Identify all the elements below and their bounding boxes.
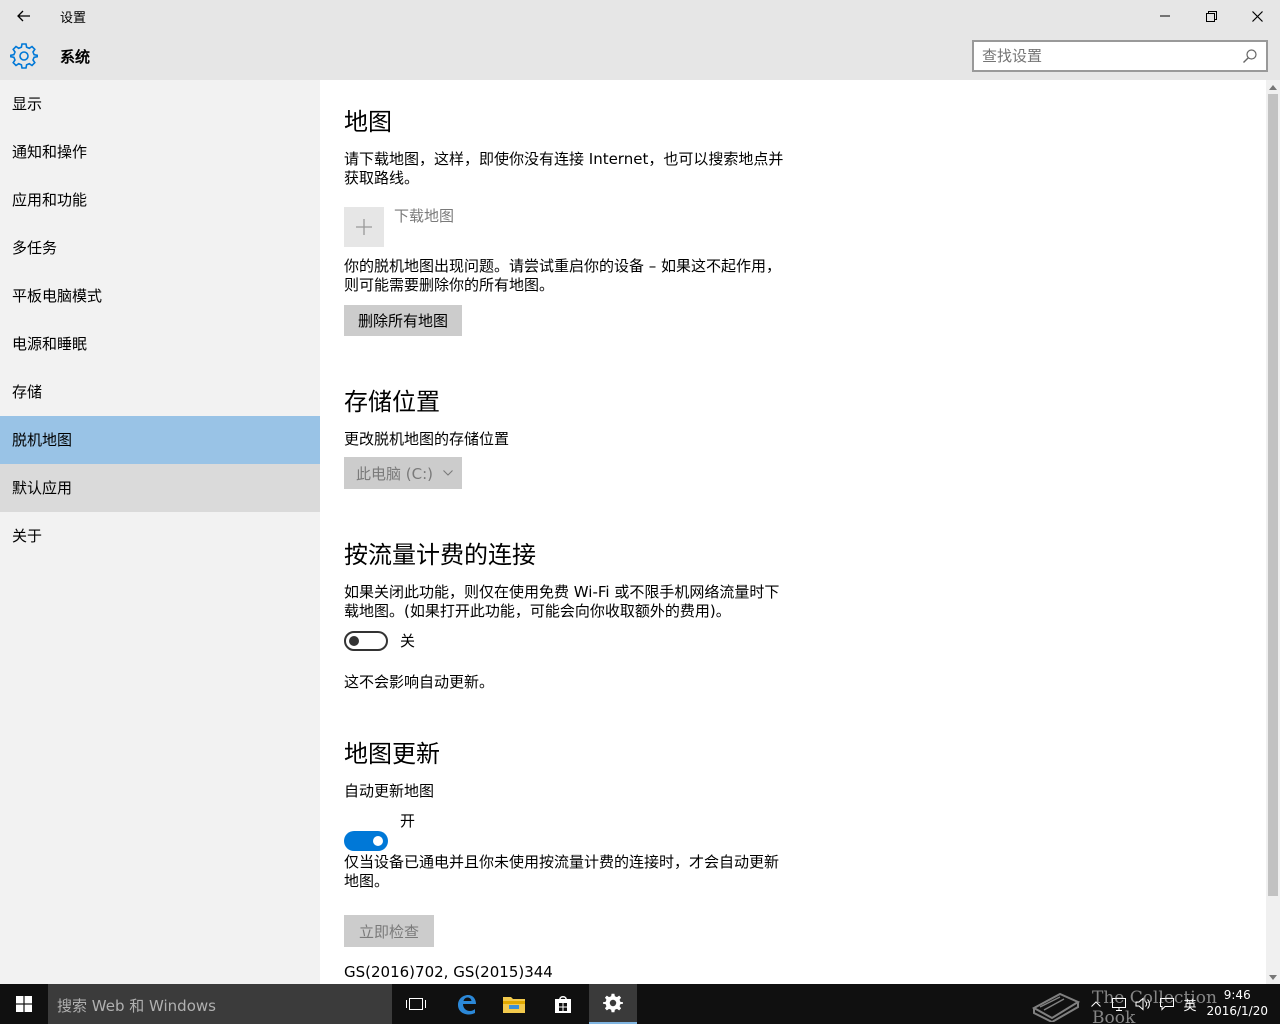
store-button[interactable] bbox=[539, 984, 587, 1024]
file-explorer-button[interactable] bbox=[490, 984, 538, 1024]
content-scrollbar[interactable] bbox=[1266, 80, 1280, 984]
edge-browser-icon bbox=[458, 995, 476, 1015]
updates-description-line1: 仅当设备已通电并且你未使用按流量计费的连接时，才会自动更新 bbox=[344, 853, 780, 871]
map-data-copyright: GS(2016)702, GS(2015)344 bbox=[344, 963, 553, 981]
storage-location-label: 更改脱机地图的存储位置 bbox=[344, 430, 510, 448]
maps-problem-line1: 你的脱机地图出现问题。请尝试重启你的设备 – 如果这不起作用， bbox=[344, 257, 782, 275]
sidebar-item-tablet-mode[interactable]: 平板电脑模式 bbox=[0, 272, 320, 320]
download-maps-label[interactable]: 下载地图 bbox=[394, 207, 454, 226]
book-logo-icon bbox=[1031, 992, 1081, 1022]
start-button[interactable] bbox=[0, 984, 48, 1024]
search-box[interactable] bbox=[972, 40, 1268, 72]
back-arrow-icon bbox=[17, 10, 30, 22]
close-button[interactable] bbox=[1234, 0, 1280, 32]
edge-button[interactable] bbox=[442, 984, 490, 1024]
toggle-knob bbox=[373, 836, 383, 846]
search-input[interactable] bbox=[982, 46, 1232, 66]
map-updates-heading: 地图更新 bbox=[344, 740, 440, 768]
sidebar-nav: 显示 通知和操作 应用和功能 多任务 平板电脑模式 电源和睡眠 存储 脱机地图 … bbox=[0, 80, 320, 984]
sidebar-item-about[interactable]: 关于 bbox=[0, 512, 320, 560]
restore-button[interactable] bbox=[1188, 0, 1234, 32]
sidebar-item-offline-maps[interactable]: 脱机地图 bbox=[0, 416, 320, 464]
maps-description-line2: 获取路线。 bbox=[344, 169, 420, 187]
taskbar-search-box[interactable]: 搜索 Web 和 Windows bbox=[48, 984, 392, 1024]
watermark-text: The Collection Book bbox=[1092, 988, 1217, 1024]
title-bar: 设置 bbox=[0, 0, 1280, 32]
gear-icon bbox=[603, 993, 623, 1013]
storage-location-value: 此电脑 (C:) bbox=[356, 464, 433, 483]
metered-description-line2: 载地图。(如果打开此功能，可能会向你收取额外的费用)。 bbox=[344, 602, 731, 620]
sidebar-item-notifications[interactable]: 通知和操作 bbox=[0, 128, 320, 176]
chevron-down-icon bbox=[443, 470, 453, 476]
content-pane: 地图 请下载地图，这样，即使你没有连接 Internet，也可以搜索地点并 获取… bbox=[320, 80, 1266, 984]
toggle-knob bbox=[349, 636, 359, 646]
folder-icon bbox=[503, 997, 525, 1013]
task-view-icon bbox=[406, 998, 426, 1010]
minimize-icon bbox=[1160, 15, 1170, 17]
auto-update-toggle-state: 开 bbox=[400, 812, 416, 830]
maps-heading: 地图 bbox=[344, 108, 392, 136]
sidebar-item-apps[interactable]: 应用和功能 bbox=[0, 176, 320, 224]
scroll-down-button[interactable] bbox=[1266, 970, 1280, 984]
auto-update-toggle[interactable] bbox=[344, 831, 388, 851]
metered-toggle-state: 关 bbox=[400, 632, 416, 650]
download-maps-button[interactable] bbox=[344, 207, 384, 247]
store-bag-icon bbox=[555, 996, 571, 1013]
sidebar-item-display[interactable]: 显示 bbox=[0, 80, 320, 128]
updates-description-line2: 地图。 bbox=[344, 872, 390, 890]
settings-header: 系统 bbox=[0, 32, 1280, 80]
sidebar-item-default-apps[interactable]: 默认应用 bbox=[0, 464, 320, 512]
sidebar-item-multitasking[interactable]: 多任务 bbox=[0, 224, 320, 272]
scroll-up-button[interactable] bbox=[1266, 80, 1280, 94]
settings-taskbar-button[interactable] bbox=[589, 984, 637, 1024]
scroll-thumb[interactable] bbox=[1268, 94, 1278, 896]
watermark: The Collection Book bbox=[1030, 984, 1260, 1024]
sidebar-item-power[interactable]: 电源和睡眠 bbox=[0, 320, 320, 368]
maps-description-line1: 请下载地图，这样，即使你没有连接 Internet，也可以搜索地点并 bbox=[344, 150, 784, 168]
metered-connection-heading: 按流量计费的连接 bbox=[344, 541, 536, 569]
minimize-button[interactable] bbox=[1142, 0, 1188, 32]
restore-icon bbox=[1205, 10, 1217, 22]
taskbar-search-placeholder: 搜索 Web 和 Windows bbox=[57, 997, 216, 1015]
gear-icon bbox=[10, 43, 38, 69]
window-title: 设置 bbox=[60, 11, 87, 26]
task-view-button[interactable] bbox=[392, 984, 440, 1024]
maps-problem-line2: 则可能需要删除你的所有地图。 bbox=[344, 276, 555, 294]
auto-update-label: 自动更新地图 bbox=[344, 782, 435, 800]
storage-location-dropdown[interactable]: 此电脑 (C:) bbox=[344, 457, 462, 489]
metered-description-line1: 如果关闭此功能，则仅在使用免费 Wi-Fi 或不限手机网络流量时下 bbox=[344, 583, 780, 601]
page-title: 系统 bbox=[60, 48, 91, 66]
windows-logo-icon bbox=[16, 996, 32, 1012]
close-icon bbox=[1251, 10, 1263, 22]
search-icon[interactable] bbox=[1242, 48, 1258, 64]
metered-note: 这不会影响自动更新。 bbox=[344, 673, 495, 691]
check-now-button[interactable]: 立即检查 bbox=[344, 915, 434, 947]
storage-location-heading: 存储位置 bbox=[344, 388, 440, 416]
sidebar-item-storage[interactable]: 存储 bbox=[0, 368, 320, 416]
chevron-down-icon bbox=[1269, 974, 1277, 980]
chevron-up-icon bbox=[1269, 84, 1277, 90]
plus-icon bbox=[356, 219, 372, 235]
metered-connection-toggle[interactable] bbox=[344, 631, 388, 651]
delete-all-maps-button[interactable]: 删除所有地图 bbox=[344, 305, 462, 336]
back-button[interactable] bbox=[0, 0, 48, 32]
